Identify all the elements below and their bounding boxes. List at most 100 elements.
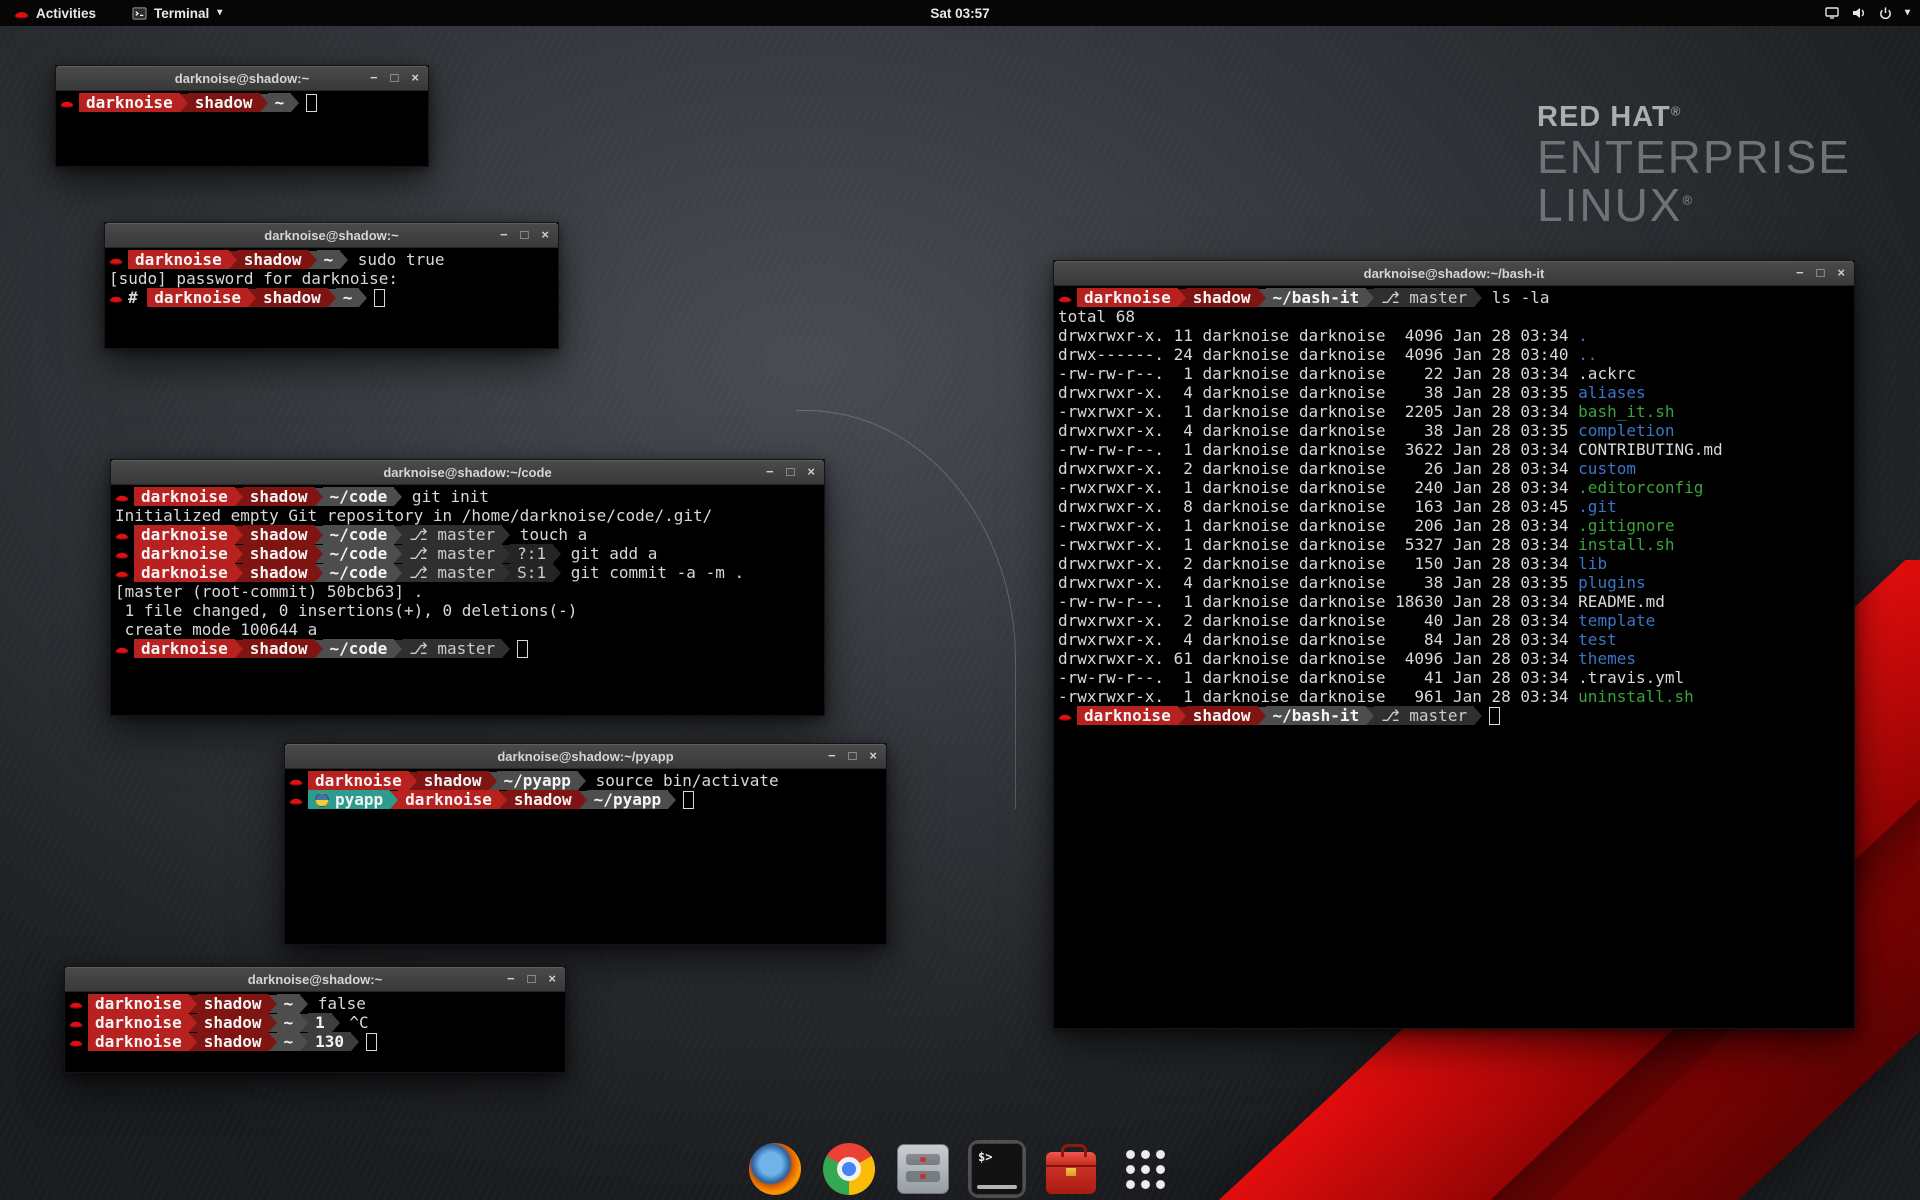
terminal-line: -rwxrwxr-x. 1 darknoise darknoise 2205 J… <box>1058 402 1850 421</box>
files-icon <box>897 1144 949 1194</box>
powerline-separator-icon <box>260 94 268 112</box>
terminal-content[interactable]: darknoiseshadow~ <box>56 91 428 114</box>
directory-name: lib <box>1578 554 1607 573</box>
firefox-launcher[interactable] <box>746 1140 804 1198</box>
powerline-separator-icon <box>502 640 510 658</box>
terminal-content[interactable]: darknoiseshadow~ sudo true[sudo] passwor… <box>105 248 558 309</box>
prompt-segment-host: shadow <box>243 487 315 506</box>
terminal-cursor <box>374 289 385 307</box>
terminal-line: # darknoiseshadow~ <box>109 288 554 307</box>
chrome-launcher[interactable] <box>820 1140 878 1198</box>
toolbox-launcher[interactable] <box>1042 1140 1100 1198</box>
close-button[interactable]: × <box>541 223 549 247</box>
app-menu[interactable]: Terminal ▾ <box>128 0 226 26</box>
terminal-content[interactable]: darknoiseshadow~/code git initInitialize… <box>111 485 824 660</box>
close-button[interactable]: × <box>411 66 419 90</box>
terminal-content[interactable]: darknoiseshadow~ falsedarknoiseshadow~1 … <box>65 992 565 1053</box>
directory-name: .. <box>1578 345 1597 364</box>
prompt-segment-path: ~ <box>268 93 292 112</box>
maximize-button[interactable]: □ <box>528 967 536 991</box>
maximize-button[interactable]: □ <box>1817 261 1825 285</box>
output-text: 1 file changed, 0 insertions(+), 0 delet… <box>115 601 577 620</box>
system-status-area[interactable]: ▾ <box>1824 0 1910 26</box>
prompt-segment-user: darknoise <box>134 639 235 658</box>
git-branch-icon: ⎇ <box>409 525 437 544</box>
maximize-button[interactable]: □ <box>787 460 795 484</box>
redhat-prompt-icon <box>109 291 124 304</box>
close-button[interactable]: × <box>1837 261 1845 285</box>
minimize-button[interactable]: − <box>828 744 836 768</box>
powerline-separator-icon <box>180 94 188 112</box>
files-launcher[interactable] <box>894 1140 952 1198</box>
powerline-separator-icon <box>315 488 323 506</box>
window-titlebar[interactable]: darknoise@shadow:~/pyapp − □ × <box>285 744 886 769</box>
executable-name: .gitignore <box>1578 516 1674 535</box>
prompt-segment-host: shadow <box>256 288 328 307</box>
maximize-button[interactable]: □ <box>849 744 857 768</box>
window-title: darknoise@shadow:~/bash-it <box>1054 266 1854 281</box>
prompt-segment-host: shadow <box>1186 706 1258 725</box>
window-titlebar[interactable]: darknoise@shadow:~ − □ × <box>105 223 558 248</box>
app-grid-launcher[interactable] <box>1116 1140 1174 1198</box>
prompt-segment-git: ⎇ master <box>402 525 502 544</box>
terminal-line: -rwxrwxr-x. 1 darknoise darknoise 206 Ja… <box>1058 516 1850 535</box>
prompt-segment-user: darknoise <box>134 563 235 582</box>
command-text: git commit -a -m . <box>561 563 744 582</box>
minimize-button[interactable]: − <box>507 967 515 991</box>
terminal-line: [sudo] password for darknoise: <box>109 269 554 288</box>
powerline-separator-icon <box>390 791 398 809</box>
minimize-button[interactable]: − <box>370 66 378 90</box>
terminal-line: darknoiseshadow~130 <box>69 1032 561 1051</box>
prompt-segment-git: ⎇ master <box>402 563 502 582</box>
prompt-segment-user: darknoise <box>134 525 235 544</box>
terminal-line: pyappdarknoiseshadow~/pyapp <box>289 790 882 809</box>
activities-button[interactable]: Activities <box>10 0 100 26</box>
caret-down-icon: ▾ <box>1905 8 1910 18</box>
window-titlebar[interactable]: darknoise@shadow:~/code − □ × <box>111 460 824 485</box>
minimize-button[interactable]: − <box>766 460 774 484</box>
powerline-separator-icon <box>235 564 243 582</box>
minimize-button[interactable]: − <box>500 223 508 247</box>
powerline-separator-icon <box>248 289 256 307</box>
clock[interactable]: Sat 03:57 <box>930 0 989 26</box>
toolbox-icon <box>1046 1152 1096 1194</box>
command-text: sudo true <box>348 250 444 269</box>
powerline-separator-icon <box>332 1014 340 1032</box>
window-titlebar[interactable]: darknoise@shadow:~ − □ × <box>56 66 428 91</box>
terminal-line: drwxrwxr-x. 4 darknoise darknoise 38 Jan… <box>1058 383 1850 402</box>
dock <box>746 1140 1174 1198</box>
git-branch-icon: ⎇ <box>1381 288 1409 307</box>
maximize-button[interactable]: □ <box>521 223 529 247</box>
terminal-line: darknoiseshadow~/code⎇ master?:1 git add… <box>115 544 820 563</box>
powerline-separator-icon <box>340 251 348 269</box>
terminal-launcher[interactable] <box>968 1140 1026 1198</box>
close-button[interactable]: × <box>548 967 556 991</box>
terminal-content[interactable]: darknoiseshadow~/bash-it⎇ master ls -lat… <box>1054 286 1854 727</box>
prompt-segment-path: ~/bash-it <box>1266 288 1367 307</box>
directory-name: themes <box>1578 649 1636 668</box>
prompt-segment-path: ~/code <box>323 639 395 658</box>
window-titlebar[interactable]: darknoise@shadow:~/bash-it − □ × <box>1054 261 1854 286</box>
output-text: drwxrwxr-x. 2 darknoise darknoise 150 Ja… <box>1058 554 1578 573</box>
terminal-content[interactable]: darknoiseshadow~/pyapp source bin/activa… <box>285 769 886 811</box>
powerline-separator-icon <box>315 564 323 582</box>
prompt-segment-path: ~ <box>277 1013 301 1032</box>
close-button[interactable]: × <box>807 460 815 484</box>
powerline-separator-icon <box>291 94 299 112</box>
powerline-separator-icon <box>300 1014 308 1032</box>
powerline-separator-icon <box>1258 707 1266 725</box>
chrome-icon <box>823 1143 875 1195</box>
close-button[interactable]: × <box>869 744 877 768</box>
prompt-segment-host: shadow <box>197 1013 269 1032</box>
volume-icon <box>1851 5 1867 21</box>
command-text: ls -la <box>1482 288 1549 307</box>
powerline-separator-icon <box>1178 289 1186 307</box>
window-titlebar[interactable]: darknoise@shadow:~ − □ × <box>65 967 565 992</box>
minimize-button[interactable]: − <box>1796 261 1804 285</box>
executable-name: uninstall.sh <box>1578 687 1694 706</box>
maximize-button[interactable]: □ <box>391 66 399 90</box>
terminal-cursor <box>306 94 317 112</box>
command-text: git add a <box>561 544 657 563</box>
powerline-separator-icon <box>394 640 402 658</box>
terminal-line: -rwxrwxr-x. 1 darknoise darknoise 5327 J… <box>1058 535 1850 554</box>
